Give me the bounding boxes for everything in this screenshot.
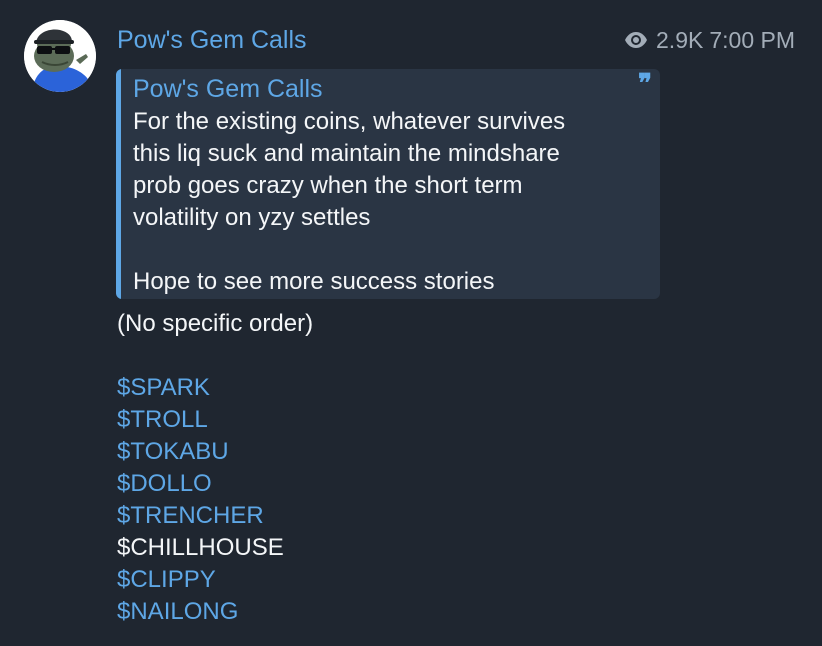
message-intro: (No specific order) bbox=[117, 310, 314, 337]
quote-paragraph-gap bbox=[133, 234, 633, 266]
quote-accent-bar bbox=[116, 69, 121, 299]
channel-name[interactable]: Pow's Gem Calls bbox=[117, 25, 307, 55]
quote-line: volatility on yzy settles bbox=[133, 204, 371, 231]
quote-mark-icon: ❞ bbox=[638, 69, 652, 99]
ticker-link-trencher[interactable]: $TRENCHER bbox=[117, 502, 264, 529]
post-time: 7:00 PM bbox=[709, 27, 795, 53]
channel-avatar[interactable] bbox=[24, 20, 96, 92]
ticker-link-nailong[interactable]: $NAILONG bbox=[117, 598, 238, 625]
ticker-link-tokabu[interactable]: $TOKABU bbox=[117, 438, 229, 465]
ticker-link-troll[interactable]: $TROLL bbox=[117, 406, 208, 433]
pepe-sunglasses-avatar-icon bbox=[24, 20, 96, 92]
channel-post: Pow's Gem Calls 2.9K 7:00 PM ❞ Pow's Gem… bbox=[0, 0, 822, 646]
quote-author: Pow's Gem Calls bbox=[133, 75, 323, 103]
ticker-link-spark[interactable]: $SPARK bbox=[117, 374, 210, 401]
ticker-list: $SPARK $TROLL $TOKABU $DOLLO $TRENCHER $… bbox=[117, 372, 284, 628]
ticker-link-dollo[interactable]: $DOLLO bbox=[117, 470, 212, 497]
quote-line: For the existing coins, whatever survive… bbox=[133, 108, 566, 135]
ticker-link-clippy[interactable]: $CLIPPY bbox=[117, 566, 216, 593]
quote-closing-line: Hope to see more success stories bbox=[133, 268, 495, 295]
quote-line: this liq suck and maintain the mindshare bbox=[133, 140, 560, 167]
view-count: 2.9K bbox=[656, 27, 704, 53]
eye-icon bbox=[625, 32, 648, 48]
ticker-text-chillhouse: $CHILLHOUSE bbox=[117, 534, 284, 561]
post-meta: 2.9K 7:00 PM bbox=[624, 25, 795, 55]
quoted-message[interactable]: ❞ Pow's Gem Calls For the existing coins… bbox=[116, 69, 660, 299]
quote-line: prob goes crazy when the short term bbox=[133, 172, 523, 199]
quote-text: For the existing coins, whatever survive… bbox=[133, 106, 633, 298]
